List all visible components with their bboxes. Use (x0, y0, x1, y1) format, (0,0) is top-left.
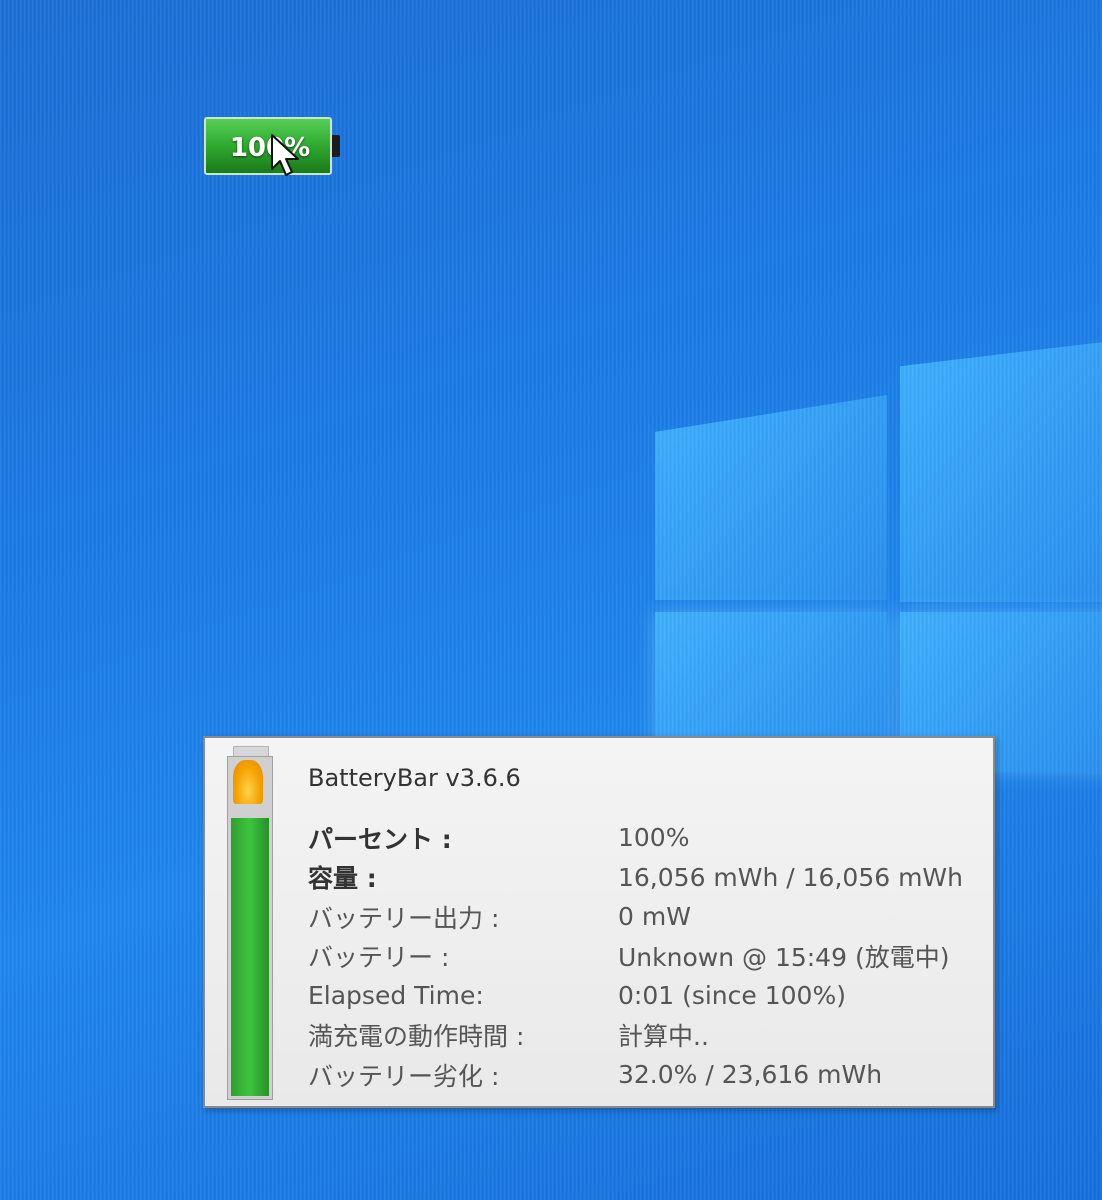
info-value: 32.0% / 23,616 mWh (618, 1060, 883, 1090)
info-value: 計算中.. (618, 1022, 709, 1052)
logo-pane-top-left (655, 395, 887, 600)
info-row-full-runtime: 満充電の動作時間 : 計算中.. (308, 1016, 988, 1056)
batterybar-tooltip: BatteryBar v3.6.6 パーセント : 100% 容量 : 16,0… (203, 736, 995, 1108)
battery-tip (332, 135, 340, 157)
info-value: 16,056 mWh / 16,056 mWh (618, 862, 963, 892)
info-value: Unknown @ 15:49 (放電中) (618, 943, 950, 973)
mouse-cursor-icon (271, 134, 299, 176)
logo-pane-top-right (900, 340, 1102, 602)
info-label: パーセント : (308, 824, 452, 854)
tooltip-battery-fill (231, 818, 269, 1096)
battery-body: 100% (204, 117, 332, 175)
info-value: 100% (618, 823, 690, 853)
tooltip-battery-shell (227, 756, 273, 1100)
info-label: バッテリー : (308, 943, 450, 973)
info-row-elapsed: Elapsed Time: 0:01 (since 100%) (308, 976, 988, 1016)
charging-flame-icon (233, 760, 263, 804)
tooltip-info-rows: パーセント : 100% 容量 : 16,056 mWh / 16,056 mW… (308, 818, 988, 1095)
tooltip-battery-icon (227, 746, 273, 1100)
info-row-capacity: 容量 : 16,056 mWh / 16,056 mWh (308, 858, 988, 898)
info-row-degradation: バッテリー劣化 : 32.0% / 23,616 mWh (308, 1055, 988, 1095)
info-label: Elapsed Time: (308, 981, 484, 1011)
windows-logo-wallpaper (655, 340, 1102, 772)
info-row-battery: バッテリー : Unknown @ 15:49 (放電中) (308, 937, 988, 977)
info-value: 0 mW (618, 902, 691, 932)
info-row-output: バッテリー出力 : 0 mW (308, 897, 988, 937)
battery-percent-text: 100% (229, 133, 311, 163)
info-label: バッテリー劣化 : (308, 1061, 500, 1091)
tooltip-title: BatteryBar v3.6.6 (308, 764, 521, 792)
info-value: 0:01 (since 100%) (618, 981, 846, 1011)
info-label: 満充電の動作時間 : (308, 1022, 525, 1052)
info-row-percent: パーセント : 100% (308, 818, 988, 858)
info-label: 容量 : (308, 864, 377, 894)
info-label: バッテリー出力 : (308, 903, 500, 933)
desktop: 100% BatteryBar v3.6.6 パーセント : 100% 容量 :… (0, 0, 1102, 1200)
